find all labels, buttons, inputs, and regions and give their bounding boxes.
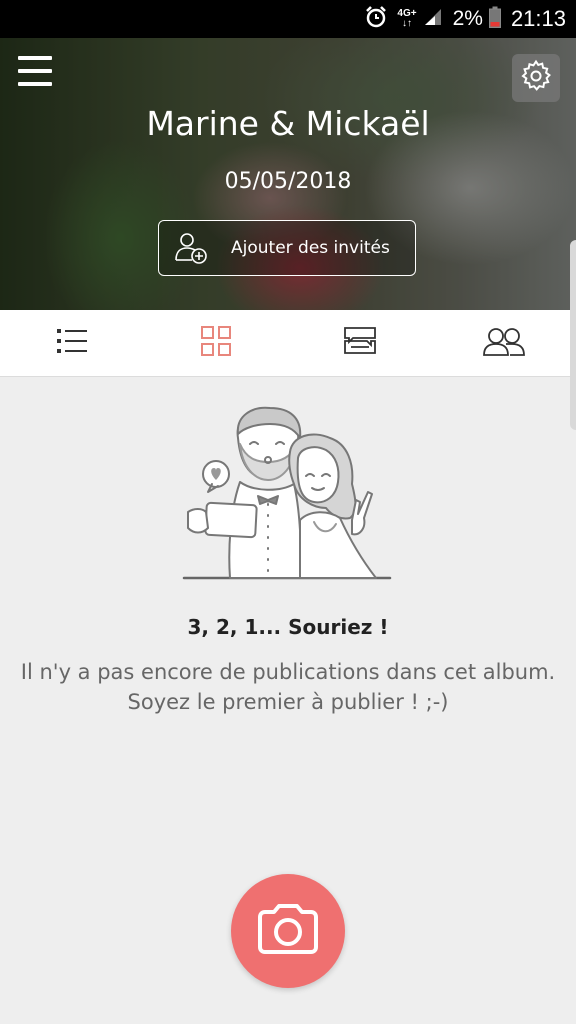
camera-icon: [256, 903, 320, 959]
network-type: 4G+ ↓↑: [397, 9, 416, 29]
add-guests-button[interactable]: Ajouter des invités: [158, 220, 416, 276]
battery-low-icon: [488, 6, 501, 33]
settings-button[interactable]: [512, 54, 560, 102]
list-icon: [56, 327, 88, 359]
battery-percent: 2%: [452, 7, 483, 30]
network-arrows: ↓↑: [401, 18, 412, 29]
add-user-icon: [173, 230, 209, 266]
add-guests-label: Ajouter des invités: [231, 238, 390, 258]
couple-selfie-illustration: [180, 400, 396, 584]
scroll-indicator[interactable]: [570, 240, 576, 430]
signal-icon: [423, 7, 443, 32]
grid-icon: [200, 325, 232, 361]
tab-list[interactable]: [0, 310, 144, 376]
tab-grid[interactable]: [144, 310, 288, 376]
camera-button[interactable]: [231, 874, 345, 988]
menu-icon[interactable]: [18, 56, 52, 86]
people-icon: [482, 326, 526, 360]
empty-state-message: Il n'y a pas encore de publications dans…: [20, 660, 556, 714]
event-date: 05/05/2018: [224, 169, 352, 194]
header-hero: Marine & Mickaël 05/05/2018 Ajouter des …: [0, 38, 576, 310]
tab-guests[interactable]: [432, 310, 576, 376]
empty-state-title: 3, 2, 1... Souriez !: [187, 615, 389, 639]
page-title: Marine & Mickaël: [146, 104, 430, 143]
tab-messages[interactable]: [288, 310, 432, 376]
tab-bar: [0, 310, 576, 377]
gear-icon: [519, 59, 553, 97]
clock: 21:13: [510, 6, 566, 31]
status-bar: 4G+ ↓↑ 2% 21:13: [0, 0, 576, 38]
alarm-icon: [365, 5, 387, 33]
chat-bubbles-icon: [343, 325, 377, 361]
